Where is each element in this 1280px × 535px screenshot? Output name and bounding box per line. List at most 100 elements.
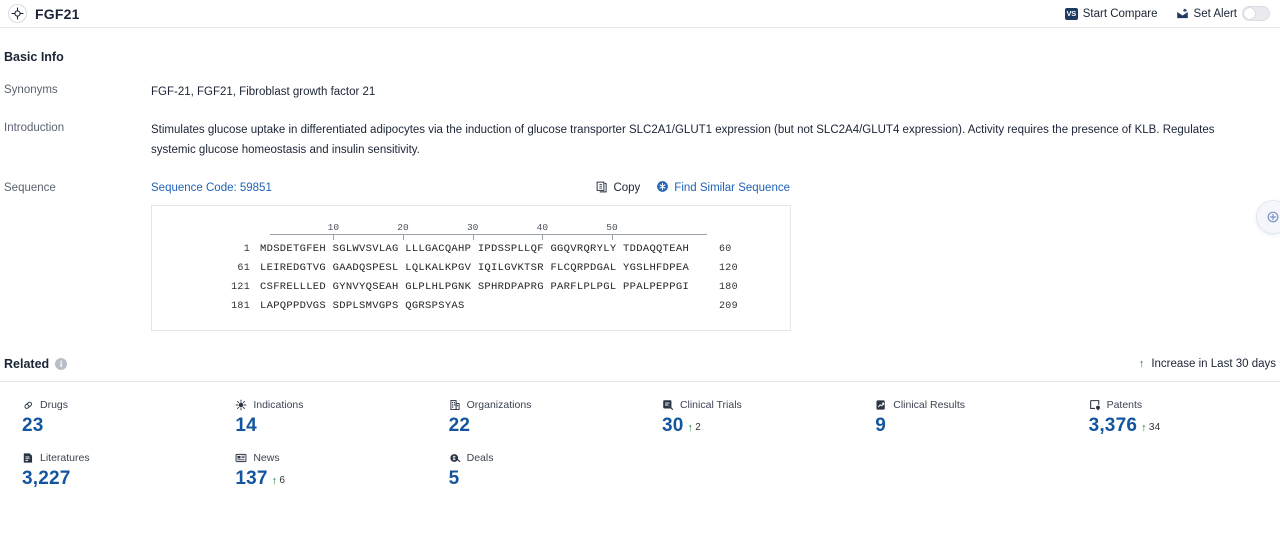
introduction-value: Stimulates glucose uptake in differentia… — [151, 120, 1276, 160]
card-count: 14 — [235, 415, 257, 437]
basic-info-heading: Basic Info — [4, 50, 1280, 64]
card-value: 5 — [449, 468, 640, 490]
related-card-clinical-results[interactable]: Clinical Results 9 — [853, 394, 1066, 447]
top-bar-actions: VS Start Compare Set Alert — [1065, 6, 1276, 21]
introduction-label: Introduction — [4, 120, 151, 160]
card-count: 22 — [449, 415, 471, 437]
card-label-text: Organizations — [467, 399, 532, 411]
card-count: 23 — [22, 415, 44, 437]
card-value: 9 — [875, 415, 1066, 437]
card-count: 137 — [235, 468, 267, 490]
info-icon[interactable]: i — [55, 358, 67, 370]
card-count: 9 — [875, 415, 886, 437]
related-card-drugs[interactable]: Drugs 23 — [0, 394, 213, 447]
card-value: 23 — [22, 415, 213, 437]
related-card-organizations[interactable]: Organizations 22 — [427, 394, 640, 447]
card-label: Indications — [235, 399, 426, 411]
page-title: FGF21 — [35, 6, 80, 22]
card-label: Drugs — [22, 399, 213, 411]
news-icon — [235, 452, 247, 464]
sequence-line: 121CSFRELLLED GYNVYQSEAH GLPLHLPGNK SPHR… — [152, 278, 790, 297]
synonyms-label: Synonyms — [4, 82, 151, 102]
card-label: Literatures — [22, 452, 213, 464]
copy-label: Copy — [613, 182, 640, 194]
find-similar-sequence-button[interactable]: Find Similar Sequence — [656, 180, 790, 196]
related-card-literatures[interactable]: Literatures 3,227 — [0, 447, 213, 500]
increase-legend-label: Increase in Last 30 days — [1151, 358, 1276, 370]
sequence-line: 61LEIREDGTVG GAADQSPESL LQLKALKPGV IQILG… — [152, 259, 790, 278]
card-label-text: Indications — [253, 399, 303, 411]
target-icon — [8, 4, 27, 23]
ruler-tick — [612, 235, 613, 240]
card-count: 3,376 — [1089, 415, 1138, 437]
up-arrow-icon: ↑ — [1139, 358, 1145, 370]
sequence-line-residues: CSFRELLLED GYNVYQSEAH GLPLHLPGNK SPHRDPA… — [260, 278, 697, 296]
delta-up-arrow-icon: ↑ — [687, 422, 693, 434]
related-card-deals[interactable]: Deals 5 — [427, 447, 640, 500]
sequence-code-link[interactable]: Sequence Code: 59851 — [151, 182, 272, 194]
sequence-line-end: 209 — [697, 298, 757, 316]
vs-icon: VS — [1065, 8, 1078, 20]
set-alert-control[interactable]: Set Alert — [1176, 6, 1270, 21]
card-label: Deals — [449, 452, 640, 464]
card-count: 5 — [449, 468, 460, 490]
card-label-text: News — [253, 452, 279, 464]
sequence-line-residues: MDSDETGFEH SGLWVSVLAG LLLGACQAHP IPDSSPL… — [260, 240, 697, 258]
sequence-line-end: 120 — [697, 260, 757, 278]
alert-bell-icon — [1176, 8, 1189, 20]
ruler-tick-label: 20 — [397, 222, 408, 233]
card-value: 22 — [449, 415, 640, 437]
sequence-line: 181LAPQPPDVGS SDPLSMVGPS QGRSPSYAS209 — [152, 297, 790, 316]
main-content: Basic Info Synonyms FGF-21, FGF21, Fibro… — [0, 50, 1280, 500]
start-compare-button[interactable]: VS Start Compare — [1065, 8, 1158, 20]
sequence-label: Sequence — [4, 180, 151, 331]
related-card-patents[interactable]: Patents 3,376↑34 — [1067, 394, 1280, 447]
card-label-text: Clinical Results — [893, 399, 965, 411]
sequence-lines: 1MDSDETGFEH SGLWVSVLAG LLLGACQAHP IPDSSP… — [152, 240, 790, 316]
ruler-tick — [333, 235, 334, 240]
sequence-line: 1MDSDETGFEH SGLWVSVLAG LLLGACQAHP IPDSSP… — [152, 240, 790, 259]
ruler-tick — [473, 235, 474, 240]
card-label-text: Literatures — [40, 452, 90, 464]
delta-value: 2 — [695, 422, 701, 433]
card-delta: ↑6 — [272, 475, 285, 487]
find-similar-label: Find Similar Sequence — [674, 182, 790, 194]
related-card-indications[interactable]: Indications 14 — [213, 394, 426, 447]
ruler-axis — [270, 234, 707, 235]
toggle-knob — [1244, 8, 1255, 19]
card-label: Clinical Trials — [662, 399, 853, 411]
card-value: 3,227 — [22, 468, 213, 490]
related-card-clinical-trials[interactable]: Clinical Trials30↑2 — [640, 394, 853, 447]
sequence-line-start: 181 — [152, 298, 260, 316]
start-compare-label: Start Compare — [1083, 8, 1158, 20]
sequence-row: Sequence Sequence Code: 59851 Copy — [0, 180, 1280, 331]
top-bar: FGF21 VS Start Compare Set Alert — [0, 0, 1280, 28]
ruler-tick-label: 30 — [467, 222, 478, 233]
ruler-tick — [403, 235, 404, 240]
card-label: Patents — [1089, 399, 1280, 411]
ruler-tick-label: 50 — [606, 222, 617, 233]
synonyms-row: Synonyms FGF-21, FGF21, Fibroblast growt… — [0, 82, 1280, 102]
delta-up-arrow-icon: ↑ — [1141, 422, 1147, 434]
copy-button[interactable]: Copy — [596, 181, 640, 196]
related-header: Related i ↑ Increase in Last 30 days — [4, 357, 1280, 371]
card-label-text: Clinical Trials — [680, 399, 742, 411]
sequence-line-start: 1 — [152, 241, 260, 259]
clinical-trial-icon — [662, 399, 674, 411]
sequence-viewer: 1020304050 1MDSDETGFEH SGLWVSVLAG LLLGAC… — [151, 205, 791, 331]
sequence-line-start: 61 — [152, 260, 260, 278]
card-label-text: Drugs — [40, 399, 68, 411]
clinical-result-icon — [875, 399, 887, 411]
related-card-news[interactable]: News 137 ↑6 — [213, 447, 426, 500]
similar-sequence-icon — [656, 180, 669, 196]
deals-icon — [449, 452, 461, 464]
sequence-line-end: 180 — [697, 279, 757, 297]
introduction-row: Introduction Stimulates glucose uptake i… — [0, 120, 1280, 160]
sequence-line-start: 121 — [152, 279, 260, 297]
card-value: 3,376↑34 — [1089, 415, 1280, 437]
top-bar-left: FGF21 — [8, 4, 80, 23]
copy-icon — [596, 181, 608, 196]
literature-icon — [22, 452, 34, 464]
card-label-text: Deals — [467, 452, 494, 464]
set-alert-toggle[interactable] — [1242, 6, 1270, 21]
